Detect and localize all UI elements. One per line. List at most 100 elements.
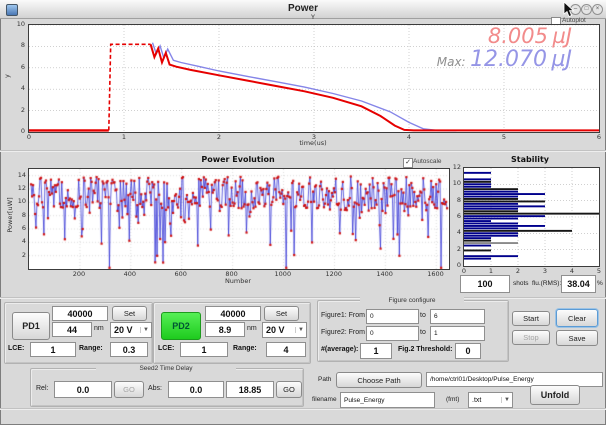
- pd1-button[interactable]: PD1: [12, 312, 50, 340]
- pd2-nm-label: nm: [247, 325, 257, 332]
- seed2-rel-go-button[interactable]: GO: [114, 381, 144, 398]
- rms-label: flu.(RMS):: [532, 280, 561, 287]
- pd2-range-label: Range:: [233, 345, 257, 352]
- shots-label: shots: [513, 280, 529, 287]
- pd2-button[interactable]: PD2: [161, 312, 201, 340]
- pd2-range-field[interactable]: 4: [266, 342, 306, 357]
- close-icon[interactable]: ×: [592, 4, 603, 15]
- format-label: (fmt): [446, 396, 459, 403]
- tick-label: 4: [14, 237, 26, 245]
- chevron-down-icon: ▼: [140, 327, 151, 333]
- tick-label: 12: [451, 163, 461, 171]
- pd2-counts-field[interactable]: 40000: [205, 306, 261, 321]
- seed2-abs-current-field[interactable]: 18.85: [226, 381, 274, 398]
- fig1-title: Y: [300, 13, 326, 21]
- save-button[interactable]: Save: [556, 330, 598, 346]
- pd2-lce-field[interactable]: 1: [180, 342, 228, 357]
- max-label: Max:: [437, 55, 466, 69]
- start-button[interactable]: Start: [512, 311, 550, 326]
- tick-label: 1000: [275, 270, 291, 278]
- tick-label: 4: [568, 267, 576, 275]
- pd1-voltage-select[interactable]: 20 V ▼: [110, 322, 152, 338]
- seed2-abs-field[interactable]: 0.0: [168, 381, 224, 398]
- pd1-range-label: Range:: [79, 345, 103, 352]
- tick-label: 0: [460, 267, 468, 275]
- pd2-nm-field[interactable]: 8.9: [205, 322, 245, 337]
- average-label: #(average):: [321, 346, 358, 353]
- chevron-down-icon: ▼: [501, 397, 512, 403]
- threshold-field[interactable]: 0: [455, 343, 481, 359]
- format-value: .txt: [472, 397, 481, 404]
- stop-button[interactable]: Stop: [512, 330, 550, 345]
- tick-label: 8: [10, 41, 25, 49]
- fig1-to-field[interactable]: 6: [430, 309, 485, 324]
- fig1-from-label: Figure1: From: [321, 312, 365, 319]
- rms-field[interactable]: 38.04: [561, 275, 596, 293]
- pd1-lce-field[interactable]: 1: [30, 342, 76, 357]
- filename-field[interactable]: Pulse_Energy: [340, 392, 435, 408]
- figure-configure-title: Figure configure: [360, 296, 464, 305]
- tick-label: 8: [451, 196, 461, 204]
- pd1-voltage-value: 20 V: [114, 325, 133, 335]
- pd1-range-field[interactable]: 0.3: [110, 342, 148, 357]
- separator: [0, 297, 606, 299]
- tick-label: 1200: [325, 270, 341, 278]
- tick-label: 3: [541, 267, 549, 275]
- fig2-chart: [29, 169, 449, 269]
- fig2-plot[interactable]: [28, 168, 450, 270]
- tick-label: 800: [224, 270, 240, 278]
- seed2-rel-field[interactable]: 0.0: [54, 381, 112, 398]
- tick-label: 10: [10, 20, 25, 28]
- fig2-to-field[interactable]: 1: [430, 326, 485, 341]
- fig2-xlabel: Number: [203, 277, 273, 285]
- fig2-from-field[interactable]: 0: [366, 326, 419, 341]
- chevron-down-icon: ▼: [295, 327, 306, 333]
- pd1-set-button[interactable]: Set: [112, 306, 147, 321]
- tick-label: 1: [120, 133, 128, 141]
- rms-unit: %: [597, 280, 603, 287]
- clear-button[interactable]: Clear: [556, 309, 598, 327]
- tick-label: 0: [10, 127, 25, 135]
- mouse-cursor: [563, 2, 577, 18]
- tick-label: 6: [595, 133, 603, 141]
- tick-label: 600: [173, 270, 189, 278]
- pd2-set-button[interactable]: Set: [264, 306, 299, 321]
- pd1-nm-field[interactable]: 44: [52, 322, 92, 337]
- tick-label: 1600: [427, 270, 443, 278]
- path-label: Path: [318, 376, 331, 383]
- seed2-abs-go-button[interactable]: GO: [276, 381, 302, 398]
- fig1-from-field[interactable]: 0: [366, 309, 419, 324]
- tick-label: 10: [14, 197, 26, 205]
- separator: [0, 408, 606, 410]
- format-select[interactable]: .txt ▼: [468, 392, 513, 408]
- tick-label: 1: [487, 267, 495, 275]
- current-energy-unit: µJ: [552, 24, 572, 48]
- tick-label: 4: [10, 84, 25, 92]
- max-energy-value: 12.070: [470, 47, 547, 72]
- max-energy-readout: Max: 12.070 µJ: [437, 47, 572, 72]
- stability-plot[interactable]: [463, 167, 600, 267]
- unfold-button[interactable]: Unfold: [530, 385, 580, 405]
- tick-label: 2: [10, 106, 25, 114]
- stability-title: Stability: [490, 155, 570, 164]
- pd1-counts-field[interactable]: 40000: [52, 306, 108, 321]
- fig1-to-label: to: [420, 312, 426, 319]
- average-field[interactable]: 1: [360, 343, 392, 359]
- tick-label: 0: [25, 133, 33, 141]
- separator: [0, 150, 606, 152]
- tick-label: 2: [14, 251, 26, 259]
- shots-field[interactable]: 100: [460, 275, 510, 293]
- fig2-ylabel: Power[uW]: [6, 185, 14, 245]
- tick-label: 6: [14, 224, 26, 232]
- tick-label: 4: [405, 133, 413, 141]
- pd2-lce-label: LCE:: [158, 345, 174, 352]
- tick-label: 6: [451, 212, 461, 220]
- power-window: Power – □ × Autoplot Y y time(us) 8.005 …: [0, 0, 606, 425]
- maximize-icon[interactable]: □: [581, 4, 592, 15]
- pd2-voltage-select[interactable]: 20 V ▼: [262, 322, 307, 338]
- autoscale-checkbox[interactable]: ✓: [403, 158, 413, 168]
- threshold-label: Fig.2 Threshold:: [398, 346, 452, 353]
- choose-path-button[interactable]: Choose Path: [336, 372, 422, 388]
- tick-label: 5: [595, 267, 603, 275]
- max-energy-unit: µJ: [552, 47, 573, 72]
